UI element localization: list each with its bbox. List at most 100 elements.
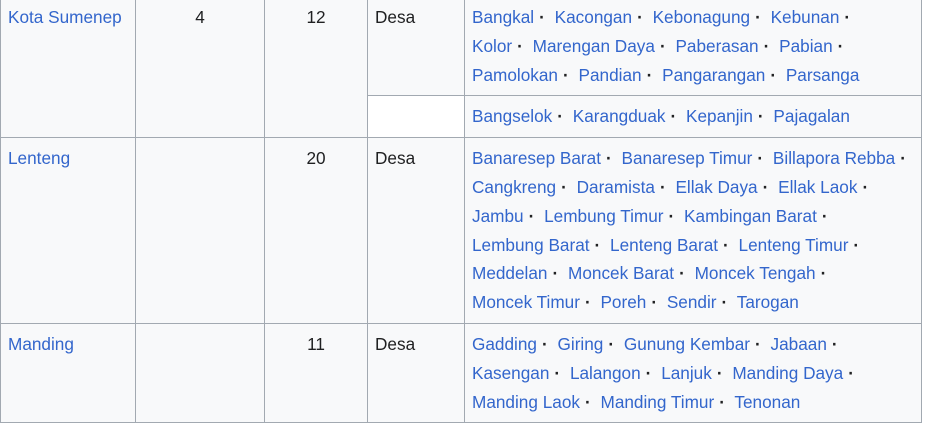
separator-dot: · [862,176,869,197]
village-item: Pamolokan · [472,65,574,85]
village-link[interactable]: Kolor [472,36,512,56]
district-link[interactable]: Lenteng [8,148,70,168]
village-item: Lanjuk · [661,363,727,383]
village-link[interactable]: Banaresep Barat [472,148,601,168]
village-link[interactable]: Marengan Daya [533,36,655,56]
village-link[interactable]: Sendir [667,292,717,312]
village-item: Gunung Kembar · [624,334,766,354]
separator-dot: · [670,106,677,127]
district-link[interactable]: Kota Sumenep [8,7,122,27]
village-link[interactable]: Lalangon [570,363,641,383]
village-link[interactable]: Daramista [577,177,655,197]
village-item: Kasengan · [472,363,565,383]
separator-dot: · [584,292,591,313]
separator-dot: · [757,148,764,169]
village-item: Billapora Rebba · [773,148,911,168]
separator-dot: · [757,106,764,127]
village-link[interactable]: Karangduak [573,106,666,126]
village-link[interactable]: Paberasan [675,36,758,56]
village-link[interactable]: Tarogan [737,292,799,312]
village-link[interactable]: Cangkreng [472,177,556,197]
village-item: Pangarangan · [662,65,781,85]
village-link[interactable]: Bangkal [472,7,534,27]
district-cell: Kota Sumenep [0,0,136,139]
village-link[interactable]: Jabaan [771,334,827,354]
village-link[interactable]: Bangselok [472,106,552,126]
village-link[interactable]: Kacongan [555,7,632,27]
village-item: Kolor · [472,36,528,56]
village-link[interactable]: Pajagalan [773,106,849,126]
village-link[interactable]: Lenteng Barat [610,235,718,255]
village-link[interactable]: Kambingan Barat [684,206,817,226]
separator-dot: · [646,64,653,85]
village-link[interactable]: Ellak Laok [778,177,857,197]
village-item: Jabaan · [771,334,843,354]
village-link[interactable]: Kasengan [472,363,549,383]
kelurahan-count-cell [135,137,265,324]
village-item: Kepanjin · [686,106,769,126]
kelurahan-count-cell [135,322,265,423]
village-item: Pajagalan [773,106,849,126]
districts-table: Kota Sumenep 4 12 Desa Bangkal · Kacongan… [0,0,922,423]
village-link[interactable]: Lenteng Timur [739,235,849,255]
village-link[interactable]: Billapora Rebba [773,148,895,168]
village-link[interactable]: Poreh [600,292,646,312]
village-link[interactable]: Lanjuk [661,363,712,383]
village-item: Moncek Timur · [472,292,596,312]
village-link[interactable]: Jambu [472,206,524,226]
village-item: Tarogan [737,292,799,312]
village-link[interactable]: Gadding [472,334,537,354]
separator-dot: · [716,362,723,383]
separator-dot: · [659,35,666,56]
village-item: Sendir · [667,292,732,312]
village-item: Daramista · [577,177,671,197]
village-link[interactable]: Meddelan [472,263,548,283]
village-link[interactable]: Moncek Tengah [695,263,816,283]
village-item: Banaresep Barat · [472,148,617,168]
village-link[interactable]: Manding Daya [732,363,843,383]
separator-dot: · [844,7,851,27]
type-cell: Desa [367,0,465,97]
table-row: Kota Sumenep 4 12 Desa Bangkal · Kacongan… [0,0,922,139]
village-item: Pandian · [579,65,658,85]
village-link[interactable]: Lembung Barat [472,235,590,255]
separator-dot: · [837,35,844,56]
village-link[interactable]: Lembung Timur [544,206,663,226]
village-link[interactable]: Pabian [779,36,833,56]
village-link[interactable]: Moncek Barat [568,263,674,283]
village-item: Kacongan · [555,7,648,27]
village-list-cell: Banaresep Barat · Banaresep Timur · Billap… [464,137,922,324]
village-item: Ellak Daya · [675,177,773,197]
table-row: Lenteng 20 Desa Banaresep Barat · Banares… [0,137,922,324]
village-list: Gadding · Giring · Gunung Kembar · Jabaan · … [472,330,914,416]
village-link[interactable]: Giring [558,334,604,354]
village-item: Lembung Barat · [472,235,605,255]
village-link[interactable]: Kebunan [771,7,840,27]
village-link[interactable]: Gunung Kembar [624,334,750,354]
village-link[interactable]: Manding Laok [472,392,580,412]
village-link[interactable]: Pandian [579,65,642,85]
separator-dot: · [755,7,761,27]
village-link[interactable]: Kebonagung [653,7,751,27]
village-item: Manding Timur · [601,392,730,412]
village-link[interactable]: Parsanga [786,65,860,85]
separator-dot: · [608,333,615,354]
village-link[interactable]: Banaresep Timur [622,148,753,168]
village-link[interactable]: Tenonan [734,392,800,412]
district-link[interactable]: Manding [8,334,74,354]
village-list: Bangkal · Kacongan · Kebonagung · Kebunan · … [472,3,914,89]
village-item: Moncek Barat · [568,263,690,283]
village-link[interactable]: Kepanjin [686,106,753,126]
village-link[interactable]: Pangarangan [662,65,765,85]
village-item: Kambingan Barat · [684,206,833,226]
village-list-cell: Gadding · Giring · Gunung Kembar · Jabaan · … [464,322,922,423]
village-item: Ellak Laok · [778,177,873,197]
village-link[interactable]: Manding Timur [601,392,715,412]
village-link[interactable]: Pamolokan [472,65,558,85]
village-link[interactable]: Ellak Daya [675,177,757,197]
village-link[interactable]: Moncek Timur [472,292,580,312]
village-item: Pabian · [779,36,848,56]
separator-dot: · [755,333,761,354]
separator-dot: · [557,106,563,127]
village-item: Paberasan · [675,36,774,56]
